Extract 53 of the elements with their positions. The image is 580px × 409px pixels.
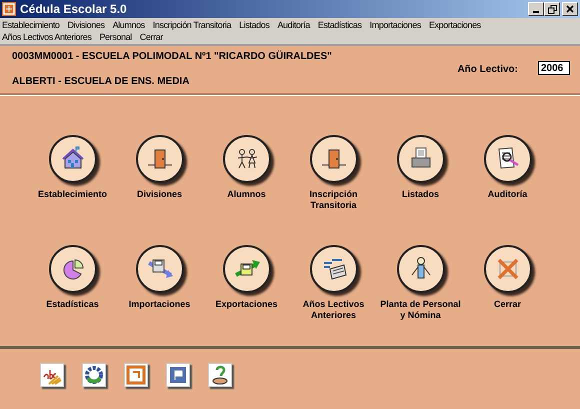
close-button[interactable]	[562, 2, 578, 16]
menu-item[interactable]: Años Lectivos Anteriores	[2, 31, 92, 43]
menu-item[interactable]: Listados	[239, 19, 270, 31]
menu-item[interactable]: Establecimiento	[2, 19, 60, 31]
module-button[interactable]	[136, 135, 184, 183]
toolbar-button[interactable]	[40, 363, 64, 387]
module-button[interactable]	[484, 135, 532, 183]
toolbar-button[interactable]	[208, 363, 232, 387]
module-label: Listados	[400, 189, 440, 200]
module-button[interactable]	[222, 135, 270, 183]
menu-item[interactable]: Divisiones	[68, 19, 105, 31]
year-label: Año Lectivo:	[457, 64, 518, 75]
restore-button[interactable]	[544, 2, 560, 16]
close-icon	[566, 5, 574, 13]
module-button[interactable]	[48, 135, 96, 183]
module-label: Cerrar	[492, 298, 522, 310]
module-button[interactable]	[396, 135, 444, 183]
window-title: Cédula Escolar 5.0	[20, 2, 128, 16]
module-label: Divisiones	[136, 189, 184, 200]
module-button[interactable]	[310, 244, 358, 292]
school-district: ALBERTI - ESCUELA DE ENS. MEDIA	[12, 76, 190, 87]
module-label: Estadísticas	[45, 298, 100, 310]
menu-item[interactable]: Auditoría	[277, 19, 310, 31]
module-label: Exportaciones	[214, 298, 279, 310]
minimize-button[interactable]	[528, 2, 544, 16]
ring-icon	[83, 364, 105, 386]
module-button[interactable]	[310, 135, 358, 183]
module-button[interactable]	[396, 244, 444, 292]
menu-item[interactable]: Inscripción Transitoria	[152, 19, 232, 31]
menu-item[interactable]: Personal	[99, 31, 132, 43]
toolbar-button[interactable]	[82, 363, 106, 387]
app-icon	[2, 2, 16, 16]
menu-item[interactable]: Estadísticas	[318, 19, 362, 31]
year-field[interactable]: 2006	[538, 61, 570, 75]
flag-icon	[167, 364, 189, 386]
module-label: Planta de Personal y Nómina	[379, 298, 462, 320]
module-label: Establecimiento	[36, 189, 108, 200]
module-label: Años Lectivos Anteriores	[302, 298, 366, 320]
menu-item[interactable]: Exportaciones	[428, 19, 481, 31]
school-name: 0003MM0001 - ESCUELA POLIMODAL Nº1 "RICARDO GÜIRALDES"	[12, 51, 332, 62]
module-button[interactable]	[48, 244, 96, 292]
frame-icon	[125, 364, 147, 386]
module-button[interactable]	[136, 244, 184, 292]
module-button[interactable]	[484, 244, 532, 292]
module-label: Auditoría	[486, 189, 528, 200]
module-label: Inscripción Transitoria	[308, 189, 358, 211]
module-label: Alumnos	[226, 189, 267, 200]
restore-icon	[548, 4, 556, 14]
menu-item[interactable]: Alumnos	[112, 19, 145, 31]
module-button[interactable]	[222, 244, 270, 292]
menu-item[interactable]: Importaciones	[370, 19, 421, 31]
module-label: Importaciones	[128, 298, 192, 310]
menu-item[interactable]: Cerrar	[140, 31, 163, 43]
